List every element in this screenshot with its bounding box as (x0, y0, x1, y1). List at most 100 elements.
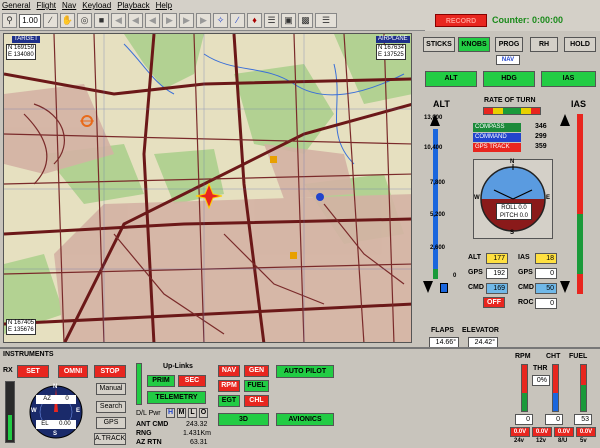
ias-mode-button[interactable]: IAS (541, 71, 596, 87)
pwr-l-button[interactable]: L (188, 408, 197, 418)
zoom-icon[interactable]: ⚲ (2, 13, 17, 28)
pwr-o-button[interactable]: O (199, 408, 208, 418)
cmd-alt-label: CMD (468, 284, 484, 291)
rpm-system-button[interactable]: RPM (218, 380, 240, 392)
ias-gauge-label: IAS (571, 99, 587, 109)
chl-system-button[interactable]: CHL (244, 395, 269, 407)
cmd-ias-value[interactable]: 50 (535, 283, 557, 294)
attitude-ball (480, 164, 546, 232)
uplink-indicator (136, 363, 142, 405)
alt-mode-button[interactable]: ALT (425, 71, 477, 87)
ias-gauge-arrow-down[interactable] (560, 281, 570, 293)
menu-help[interactable]: Help (156, 0, 172, 11)
waypoint-marker[interactable] (270, 156, 277, 163)
telemetry-button[interactable]: TELEMETRY (147, 391, 206, 404)
play-icon[interactable]: ▶ (162, 13, 177, 28)
avionics-button[interactable]: AVIONICS (276, 413, 334, 426)
fuel-system-button[interactable]: FUEL (244, 380, 269, 392)
antenna-level (8, 415, 12, 440)
stop-button[interactable]: STOP (94, 365, 126, 378)
map-canvas (4, 34, 411, 342)
cursor-e: E 135676 (8, 327, 34, 333)
compass-w: W (31, 408, 37, 414)
first-icon[interactable]: ◀ (111, 13, 126, 28)
prog-button[interactable]: PROG (495, 37, 523, 52)
back-icon[interactable]: ◀ (145, 13, 160, 28)
prim-button[interactable]: PRIM (147, 375, 175, 387)
marker-icon[interactable]: ♦ (247, 13, 262, 28)
ias-readout-value: 18 (535, 253, 557, 264)
gps-ias-label: GPS (518, 269, 533, 276)
target-e: E 134080 (8, 52, 34, 58)
omni-button[interactable]: OMNI (58, 365, 88, 378)
attitude-e: E (546, 195, 551, 201)
el-label: EL (41, 421, 49, 427)
rewind-icon[interactable]: ◀ (128, 13, 143, 28)
ant-cmd-value: 243.32 (186, 421, 208, 428)
alt-gauge-thumb[interactable] (440, 283, 448, 293)
az-rtn-label: AZ RTN (136, 439, 162, 446)
ruler-icon[interactable]: ∕ (43, 13, 58, 28)
off-button[interactable]: OFF (483, 297, 505, 308)
sticks-button[interactable]: STICKS (423, 37, 455, 52)
cursor-coords: N 167405 E 135676 (6, 319, 37, 335)
ground-station-marker[interactable] (316, 193, 324, 201)
alt-tick: 7,800 (430, 180, 446, 186)
egt-system-button[interactable]: EGT (218, 395, 240, 407)
settings-icon[interactable]: ☰ (315, 13, 337, 28)
map-view[interactable]: TARGET N 169159 E 134080 AIRPLANE N 1676… (3, 33, 412, 343)
knobs-button[interactable]: KNOBS (458, 37, 490, 52)
alt-gauge-level (433, 269, 438, 279)
hdg-mode-button[interactable]: HDG (483, 71, 535, 87)
flight-control-panel: STICKS KNOBS PROG RH HOLD NAV ALT HDG IA… (413, 31, 600, 348)
3d-button[interactable]: 3D (218, 413, 269, 426)
last-icon[interactable]: ▶ (196, 13, 211, 28)
menu-nav[interactable]: Nav (62, 0, 76, 11)
autopilot-button[interactable]: AUTO PILOT (276, 365, 334, 378)
waypoint-marker[interactable] (290, 252, 297, 259)
target-icon[interactable]: ◎ (77, 13, 92, 28)
set-button[interactable]: SET (17, 365, 49, 378)
rh-button[interactable]: RH (530, 37, 558, 52)
lock-icon[interactable]: ■ (94, 13, 109, 28)
cursor-n: N 167405 (8, 320, 35, 326)
alt-tick: 10,400 (424, 145, 443, 151)
heading-row: COMMAND 299 (473, 133, 563, 142)
atrack-button[interactable]: A.TRACK (94, 433, 126, 445)
pwr-m-button[interactable]: M (177, 408, 186, 418)
pwr-h-button[interactable]: H (166, 408, 175, 418)
gps-button[interactable]: GPS (96, 417, 126, 429)
zoom-input[interactable]: 1.00 (19, 13, 41, 28)
route-icon[interactable]: ☰ (264, 13, 279, 28)
target-n: N 169159 (8, 45, 35, 51)
record-button[interactable]: RECORD (435, 14, 487, 27)
antenna-compass[interactable]: N S W E AZ 0 EL 0.00 (22, 383, 90, 441)
menu-general[interactable]: General (2, 0, 30, 11)
waypoint-icon[interactable]: ✧ (213, 13, 228, 28)
thr-label: THR (533, 365, 548, 372)
forward-icon[interactable]: ▶ (179, 13, 194, 28)
nav-system-button[interactable]: NAV (218, 365, 240, 377)
fuel-gauge-label: FUEL (569, 353, 588, 360)
hand-icon[interactable]: ✋ (60, 13, 75, 28)
gps-track-value: 359 (535, 143, 547, 150)
sec-button[interactable]: SEC (178, 375, 206, 387)
manual-button[interactable]: Manual (96, 383, 126, 395)
menu-playback[interactable]: Playback (117, 0, 149, 11)
search-button[interactable]: Search (96, 401, 126, 413)
line-icon[interactable]: ∕ (230, 13, 245, 28)
roc-label: ROC (518, 299, 534, 306)
uplinks-label: Up-Links (163, 363, 193, 370)
gps-track-label: GPS TRACK (473, 143, 521, 152)
gen-system-button[interactable]: GEN (244, 365, 269, 377)
command-value: 299 (535, 133, 547, 140)
menu-flight[interactable]: Flight (36, 0, 56, 11)
rx-label: RX (3, 367, 13, 374)
camera-icon[interactable]: ▣ (281, 13, 296, 28)
hold-button[interactable]: HOLD (564, 37, 596, 52)
print-icon[interactable]: ▩ (298, 13, 313, 28)
alt-gauge-arrow-down[interactable] (423, 281, 433, 293)
cmd-alt-value[interactable]: 169 (486, 283, 508, 294)
counter-readout: Counter: 0:00:00 (492, 15, 564, 25)
menu-keyload[interactable]: Keyload (82, 0, 111, 11)
